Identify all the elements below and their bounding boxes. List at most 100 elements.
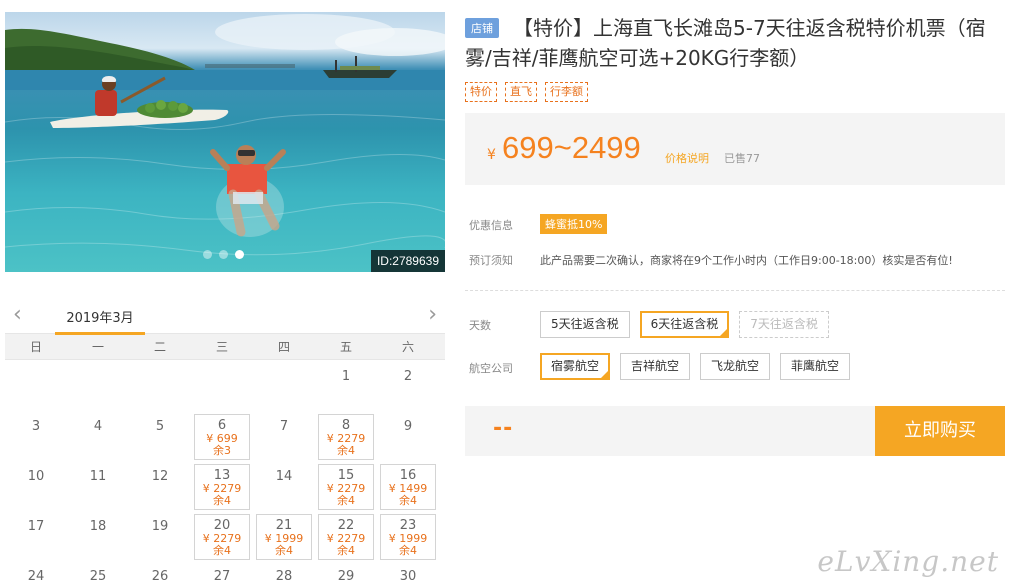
day-number: 22 <box>337 518 355 533</box>
day-number <box>253 362 315 370</box>
day-number: 3 <box>31 419 41 434</box>
days-option[interactable]: 6天往返含税 <box>639 311 730 338</box>
weekday-label: 二 <box>153 340 166 354</box>
carousel-dots <box>203 250 244 259</box>
days-option[interactable]: 5天往返含税 <box>540 311 630 338</box>
day-number: 15 <box>337 468 355 483</box>
notice-label: 预订须知 <box>469 254 513 267</box>
day-number: 19 <box>151 519 169 534</box>
calendar-day: 14 <box>253 462 315 512</box>
product-tag: 行李额 <box>545 82 588 102</box>
shop-badge[interactable]: 店铺 <box>465 18 499 38</box>
days-option: 7天往返含税 <box>739 311 829 338</box>
weekday-label: 日 <box>29 340 42 354</box>
calendar-day-available[interactable]: 21 ¥ 1999 余4 <box>256 514 312 560</box>
calendar-header: ‹ 2019年3月 › <box>5 296 445 335</box>
day-number: 7 <box>279 419 289 434</box>
day-number: 1 <box>341 369 351 384</box>
calendar-day <box>191 362 253 412</box>
product-photo[interactable]: ID:2789639 <box>5 12 445 272</box>
sold-count: 已售77 <box>724 152 760 165</box>
calendar-day: 4 <box>67 412 129 462</box>
calendar-day <box>67 362 129 412</box>
price-range: 699~2499 <box>502 130 641 165</box>
calendar-days: 1 2 3 4 5 6 ¥ 699 余3 7 8 ¥ 2279 余4 9 10 11 12 13 ¥ 2279 余4… <box>5 360 445 588</box>
day-number: 11 <box>89 469 107 484</box>
day-number: 23 <box>399 518 417 533</box>
calendar-day: 24 <box>5 562 67 588</box>
buy-bar: -- 立即购买 <box>465 406 1005 456</box>
calendar-month-underline <box>55 332 145 335</box>
calendar-day: 17 <box>5 512 67 562</box>
day-stock: 余3 <box>213 444 231 457</box>
carousel-dot-active[interactable] <box>235 250 244 259</box>
weekday-label: 五 <box>339 340 352 354</box>
calendar-day-available[interactable]: 23 ¥ 1999 余4 <box>380 514 436 560</box>
calendar-day: 30 <box>377 562 439 588</box>
calendar-day: 19 <box>129 512 191 562</box>
price-box: ¥ 699~2499 价格说明 已售77 <box>465 113 1005 185</box>
day-stock: 余4 <box>275 544 293 557</box>
calendar-day-available[interactable]: 13 ¥ 2279 余4 <box>194 464 250 510</box>
day-number <box>191 362 253 370</box>
carousel-dot[interactable] <box>203 250 212 259</box>
price-note-link[interactable]: 价格说明 <box>665 150 709 166</box>
calendar-day: 29 <box>315 562 377 588</box>
calendar-day-available[interactable]: 8 ¥ 2279 余4 <box>318 414 374 460</box>
calendar-day <box>5 362 67 412</box>
day-number: 18 <box>89 519 107 534</box>
chevron-left-icon[interactable]: ‹ <box>13 302 22 327</box>
buy-now-button[interactable]: 立即购买 <box>875 406 1005 456</box>
photo-id-label: ID:2789639 <box>370 250 445 272</box>
day-number: 24 <box>27 569 45 584</box>
calendar-day-available[interactable]: 20 ¥ 2279 余4 <box>194 514 250 560</box>
airline-options: 宿雾航空 吉祥航空 飞龙航空 菲鹰航空 <box>540 353 851 380</box>
product-tag: 直飞 <box>505 82 537 102</box>
calendar-day-available[interactable]: 15 ¥ 2279 余4 <box>318 464 374 510</box>
days-label: 天数 <box>469 319 491 332</box>
day-stock: 余4 <box>213 544 231 557</box>
day-number: 20 <box>213 518 231 533</box>
day-number: 16 <box>399 468 417 483</box>
price-currency: ¥ <box>487 147 496 163</box>
day-number: 12 <box>151 469 169 484</box>
day-number <box>5 362 67 370</box>
calendar-day: 12 <box>129 462 191 512</box>
airline-option[interactable]: 飞龙航空 <box>700 353 771 380</box>
calendar-day-available[interactable]: 22 ¥ 2279 余4 <box>318 514 374 560</box>
day-stock: 余4 <box>337 494 355 507</box>
airline-option[interactable]: 宿雾航空 <box>540 353 611 380</box>
carousel-dot[interactable] <box>219 250 228 259</box>
day-number: 13 <box>213 468 231 483</box>
calendar-day <box>253 362 315 412</box>
day-number: 2 <box>403 369 413 384</box>
calendar-day-available[interactable]: 6 ¥ 699 余3 <box>194 414 250 460</box>
calendar-day: 10 <box>5 462 67 512</box>
day-number: 14 <box>275 469 293 484</box>
calendar-day: 9 <box>377 412 439 462</box>
days-options: 5天往返含税 6天往返含税 7天往返含税 <box>540 311 829 338</box>
calendar-day: 28 <box>253 562 315 588</box>
weekday-label: 三 <box>215 340 228 354</box>
airline-option[interactable]: 吉祥航空 <box>620 353 691 380</box>
day-number: 25 <box>89 569 107 584</box>
date-calendar: ‹ 2019年3月 › 日一二三四五六 1 2 3 4 5 6 ¥ 699 余3 7 8 ¥ 227… <box>5 296 445 588</box>
day-number: 6 <box>217 418 227 433</box>
calendar-day: 5 <box>129 412 191 462</box>
day-number <box>67 362 129 370</box>
calendar-day <box>129 362 191 412</box>
calendar-day: 25 <box>67 562 129 588</box>
airline-option[interactable]: 菲鹰航空 <box>780 353 851 380</box>
chevron-right-icon[interactable]: › <box>428 302 437 327</box>
calendar-day: 18 <box>67 512 129 562</box>
product-title: 【特价】上海直飞长滩岛5-7天往返含税特价机票（宿雾/吉祥/菲鹰航空可选+20K… <box>465 16 986 70</box>
day-number: 8 <box>341 418 351 433</box>
divider <box>465 290 1005 291</box>
calendar-day: 7 <box>253 412 315 462</box>
day-stock: 余4 <box>337 444 355 457</box>
calendar-day: 27 <box>191 562 253 588</box>
day-stock: 余4 <box>399 494 417 507</box>
photo-illustration <box>5 14 445 256</box>
airline-label: 航空公司 <box>469 362 513 375</box>
calendar-day-available[interactable]: 16 ¥ 1499 余4 <box>380 464 436 510</box>
